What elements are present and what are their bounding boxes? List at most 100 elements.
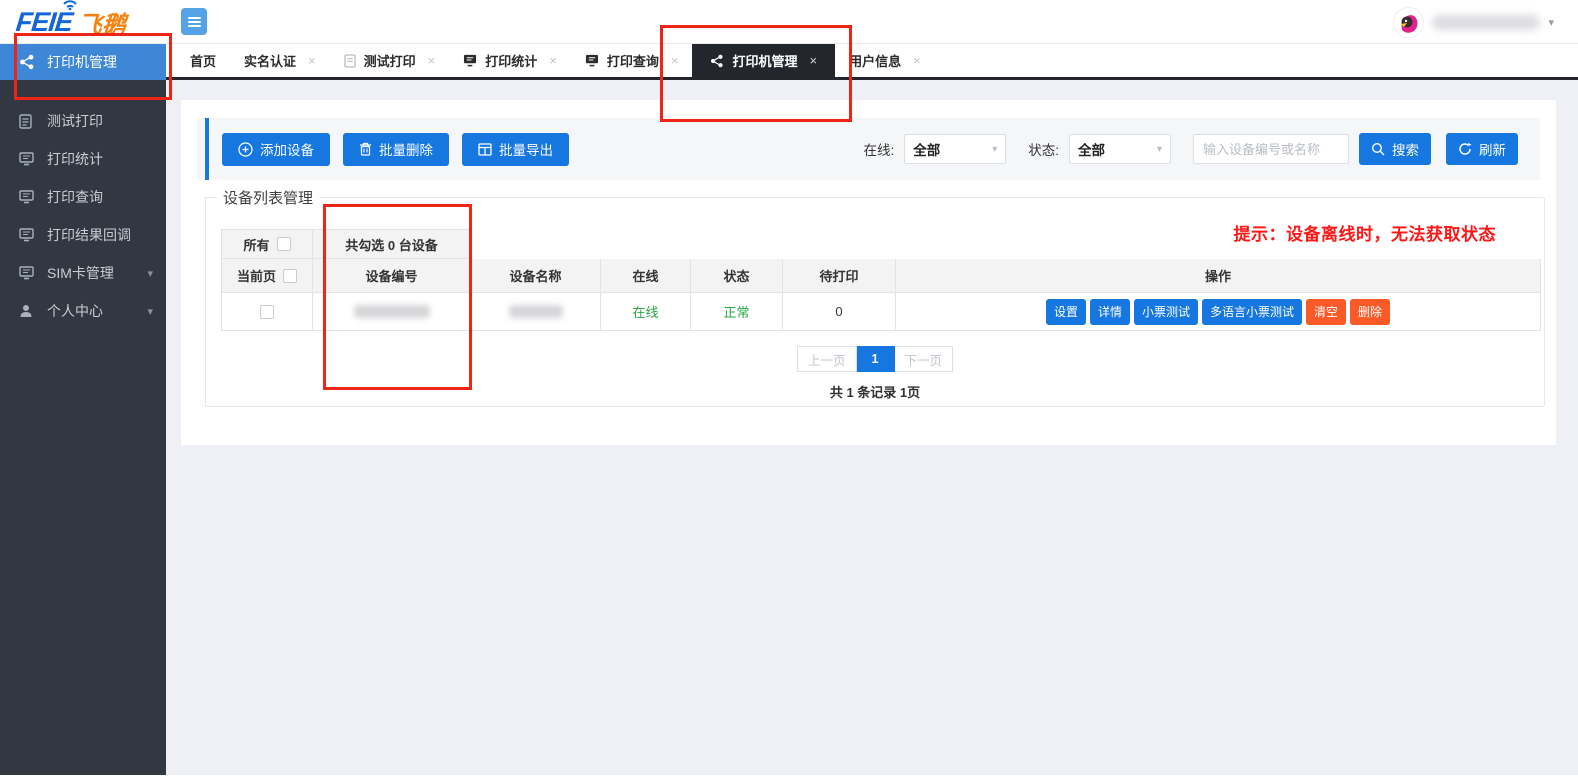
refresh-button[interactable]: 刷新 [1446, 133, 1518, 165]
chevron-down-icon[interactable]: ▾ [147, 267, 153, 280]
pending-cell: 0 [783, 293, 896, 331]
col-actions: 操作 [896, 259, 1541, 293]
tab-printer-management[interactable]: 打印机管理 × [692, 43, 835, 79]
sidebar-item-personal-center[interactable]: 个人中心 ▾ [0, 292, 166, 330]
tab-label: 首页 [190, 51, 216, 70]
tab-print-query[interactable]: 打印查询 × [571, 43, 693, 79]
col-device-no: 设备编号 [313, 259, 471, 293]
multilang-receipt-test-button[interactable]: 多语言小票测试 [1202, 299, 1302, 325]
device-name-redacted [509, 305, 563, 318]
table-export-icon [478, 143, 492, 156]
trash-icon [359, 142, 372, 156]
tab-print-stats[interactable]: 打印统计 × [449, 43, 571, 79]
status-cell: 正常 [691, 293, 783, 331]
close-tab-icon[interactable]: × [671, 53, 679, 68]
batch-export-label: 批量导出 [499, 139, 553, 159]
sidebar-item-label: 打印机管理 [47, 52, 117, 72]
batch-delete-button[interactable]: 批量删除 [343, 133, 449, 166]
col-device-name: 设备名称 [471, 259, 601, 293]
close-tab-icon[interactable]: × [308, 53, 316, 68]
sidebar-item-print-stats[interactable]: 打印统计 [0, 140, 166, 178]
tab-bar: 首页 实名认证 × 测试打印 × 打印统计 × 打印查询 × [166, 44, 1578, 80]
sidebar-item-label: 个人中心 [47, 301, 103, 321]
current-page-checkbox[interactable] [283, 269, 297, 283]
record-summary: 共 1 条记录 1页 [206, 382, 1544, 401]
refresh-icon [1458, 142, 1472, 156]
tab-home[interactable]: 首页 [176, 43, 230, 79]
tab-label: 用户信息 [849, 51, 901, 70]
row-actions: 设置 详情 小票测试 多语言小票测试 清空 删除 [1046, 299, 1390, 325]
device-no-cell [313, 293, 471, 331]
file-icon [344, 54, 356, 68]
device-no-redacted [354, 305, 430, 318]
device-toolbar: 添加设备 批量删除 批量导出 在线: 全部 [197, 118, 1540, 180]
tab-user-info[interactable]: 用户信息 × [835, 43, 935, 79]
device-list-section: 设备列表管理 提示：设备离线时，无法获取状态 所有 共勾选 0 台设备 [205, 197, 1545, 407]
search-button[interactable]: 搜索 [1359, 133, 1431, 165]
filter-bar: 在线: 全部 ▾ 状态: 全部 ▾ 搜索 [863, 118, 1518, 180]
printer-icon [19, 190, 36, 204]
row-checkbox[interactable] [260, 305, 274, 319]
chevron-down-icon: ▾ [1157, 144, 1162, 155]
printer-icon [585, 54, 599, 67]
clear-button[interactable]: 清空 [1306, 299, 1346, 325]
pagination: 上一页 1 下一页 [206, 346, 1544, 372]
tab-label: 测试打印 [364, 51, 416, 70]
sidebar-item-printer-management[interactable]: 打印机管理 [0, 44, 166, 80]
status-filter-select[interactable]: 全部 ▾ [1069, 134, 1171, 164]
col-pending: 待打印 [783, 259, 896, 293]
sidebar-nav: 打印机管理 测试打印 打印统计 打印查询 打印结果回调 [0, 44, 166, 775]
close-tab-icon[interactable]: × [549, 53, 557, 68]
main-content: 添加设备 批量删除 批量导出 在线: 全部 [166, 80, 1578, 780]
receipt-test-button[interactable]: 小票测试 [1134, 299, 1198, 325]
menu-toggle-button[interactable] [181, 8, 207, 35]
sidebar-item-sim-management[interactable]: SIM卡管理 ▾ [0, 254, 166, 292]
app-window: FEIE 飞鹅 ▾ [0, 0, 1578, 780]
close-tab-icon[interactable]: × [913, 53, 921, 68]
select-all-checkbox[interactable] [277, 237, 291, 251]
tab-label: 打印查询 [607, 51, 659, 70]
row-checkbox-cell [221, 293, 313, 331]
page-1-button[interactable]: 1 [857, 346, 895, 372]
tab-label: 打印统计 [485, 51, 537, 70]
share-nodes-icon [19, 54, 36, 70]
tab-real-name-auth[interactable]: 实名认证 × [230, 43, 330, 79]
online-filter-value: 全部 [913, 139, 940, 159]
table-header-row: 当前页 设备编号 设备名称 在线 状态 待打印 操作 [221, 259, 1541, 293]
accent-bar [205, 118, 209, 180]
sidebar-item-test-print[interactable]: 测试打印 [0, 102, 166, 140]
settings-button[interactable]: 设置 [1046, 299, 1086, 325]
selected-summary: 共勾选 0 台设备 [345, 235, 437, 254]
chevron-down-icon[interactable]: ▾ [147, 305, 153, 318]
file-icon [19, 114, 36, 129]
prev-page-button[interactable]: 上一页 [797, 346, 857, 372]
top-header: FEIE 飞鹅 ▾ [0, 0, 1578, 44]
sidebar-item-print-callback[interactable]: 打印结果回调 [0, 216, 166, 254]
brand-logo[interactable]: FEIE 飞鹅 [16, 4, 126, 40]
table-row: 在线 正常 0 设置 详情 小票测试 多语言小票测试 清空 删除 [221, 293, 1541, 331]
device-search-input[interactable] [1193, 134, 1349, 164]
user-menu[interactable]: ▾ [1393, 5, 1554, 39]
sidebar-item-print-query[interactable]: 打印查询 [0, 178, 166, 216]
current-page-label: 当前页 [237, 266, 276, 285]
sidebar-item-label: 测试打印 [47, 111, 103, 131]
device-table: 所有 共勾选 0 台设备 当前页 设备编号 [221, 229, 1541, 331]
tab-test-print[interactable]: 测试打印 × [330, 43, 450, 79]
avatar [1393, 7, 1424, 38]
delete-button[interactable]: 删除 [1350, 299, 1390, 325]
add-device-button[interactable]: 添加设备 [222, 133, 330, 166]
table-selection-row: 所有 共勾选 0 台设备 [221, 229, 1541, 259]
close-tab-icon[interactable]: × [428, 53, 436, 68]
wifi-icon [62, 0, 78, 10]
logo-text-en: FEIE [14, 7, 73, 38]
section-title: 设备列表管理 [217, 187, 319, 208]
next-page-button[interactable]: 下一页 [895, 346, 954, 372]
online-filter-select[interactable]: 全部 ▾ [904, 134, 1006, 164]
batch-export-button[interactable]: 批量导出 [462, 133, 569, 166]
share-nodes-icon [710, 54, 724, 68]
close-tab-icon[interactable]: × [809, 53, 817, 68]
actions-cell: 设置 详情 小票测试 多语言小票测试 清空 删除 [896, 293, 1541, 331]
batch-delete-label: 批量删除 [379, 139, 433, 159]
printer-icon [19, 266, 36, 280]
details-button[interactable]: 详情 [1090, 299, 1130, 325]
